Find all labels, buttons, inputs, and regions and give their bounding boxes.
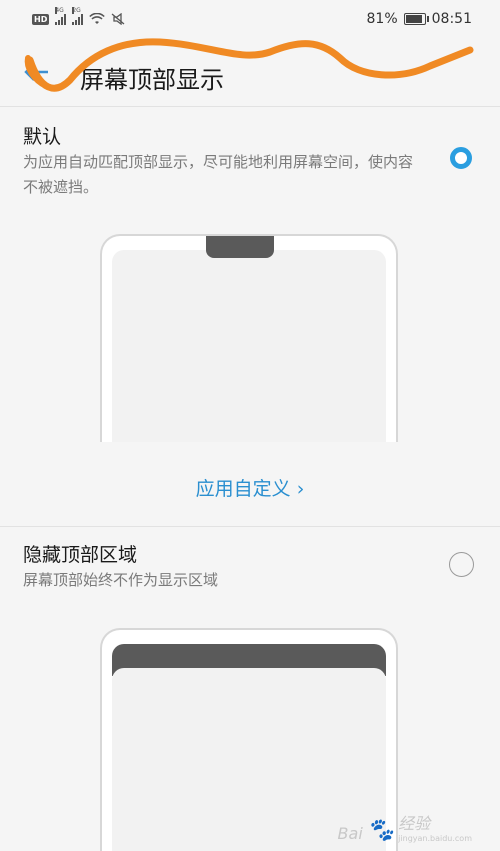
status-bar: HD 4G 2G 81% 08:51 xyxy=(0,0,500,42)
preview-default-phone xyxy=(100,234,398,442)
clock: 08:51 xyxy=(431,11,472,27)
status-icons-right: 81% 08:51 xyxy=(367,11,472,27)
app-custom-link[interactable]: 应用自定义 › xyxy=(0,474,500,501)
header-divider xyxy=(0,106,500,107)
option-hide-top-radio[interactable] xyxy=(449,552,474,577)
page-title: 屏幕顶部显示 xyxy=(80,66,224,94)
battery-icon xyxy=(403,13,429,25)
signal-network-label: 4G xyxy=(55,7,64,14)
paw-icon: 🐾 xyxy=(366,818,395,843)
signal-icon-2: 2G xyxy=(72,7,84,25)
baidu-watermark: Bai 🐾 经验 jingyan.baidu.com xyxy=(338,810,472,843)
option-default-title: 默认 xyxy=(23,126,62,148)
option-hide-top-title: 隐藏顶部区域 xyxy=(23,544,138,566)
signal-network-label-2: 2G xyxy=(72,7,81,14)
back-arrow-icon[interactable] xyxy=(22,60,52,88)
title-bar: 屏幕顶部显示 xyxy=(0,42,500,106)
status-icons-left: HD 4G 2G xyxy=(32,7,125,25)
option-default-radio[interactable] xyxy=(450,147,472,169)
hd-badge: HD xyxy=(32,13,50,25)
watermark-suffix: 经验 xyxy=(398,814,431,833)
watermark-brand: Bai xyxy=(337,824,363,843)
wifi-icon xyxy=(89,13,106,24)
option-hide-top-description: 屏幕顶部始终不作为显示区域 xyxy=(23,571,219,589)
section-divider xyxy=(0,526,500,527)
option-default-description: 为应用自动匹配顶部显示，尽可能地利用屏幕空间，使内容不被遮挡。 xyxy=(23,153,414,196)
battery-percent: 81% xyxy=(366,11,398,27)
signal-icon: 4G xyxy=(55,7,67,25)
watermark-site: jingyan.baidu.com xyxy=(398,834,472,843)
preview-default-screen xyxy=(112,250,386,442)
preview-notch xyxy=(206,236,274,258)
mute-icon xyxy=(111,13,125,25)
